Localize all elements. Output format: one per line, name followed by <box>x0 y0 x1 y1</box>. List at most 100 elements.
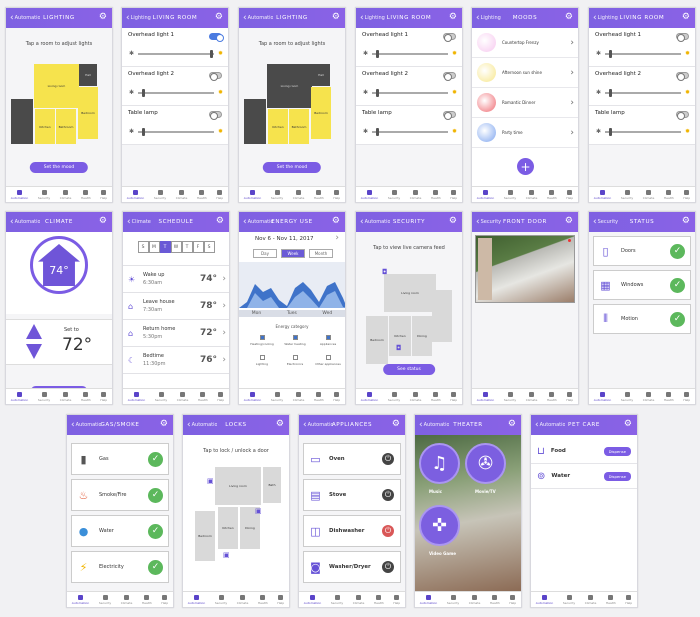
sensor-item[interactable]: ● Water ✓ <box>71 515 169 547</box>
mood-item[interactable]: Party time › <box>472 118 578 148</box>
status-item[interactable]: ⦀ Motion ✓ <box>593 304 691 334</box>
tab-help[interactable]: Help <box>450 189 457 200</box>
gear-icon[interactable]: ⚙ <box>565 217 573 226</box>
video-game-button[interactable]: ✜ <box>419 505 460 546</box>
gear-icon[interactable]: ⚙ <box>99 217 107 226</box>
tab-security[interactable]: Security <box>504 189 516 200</box>
sensor-item[interactable]: ♨ Smoke/Fire ✓ <box>71 479 169 511</box>
status-item[interactable]: ▯ Doors ✓ <box>593 236 691 266</box>
tab-health[interactable]: Health <box>374 594 384 605</box>
brightness-slider[interactable] <box>372 128 448 136</box>
category-item[interactable]: Other appliances <box>313 355 343 366</box>
back-button[interactable]: Automation <box>6 218 40 227</box>
tab-health[interactable]: Health <box>314 189 324 200</box>
tab-climate[interactable]: Climate <box>237 594 248 605</box>
tab-help[interactable]: Help <box>566 189 573 200</box>
back-button[interactable]: Climate <box>123 218 157 227</box>
slider-knob[interactable] <box>210 50 214 58</box>
tab-help[interactable]: Help <box>683 189 690 200</box>
tab-climate[interactable]: Climate <box>353 594 364 605</box>
camera-icon[interactable]: ◘ <box>396 344 402 352</box>
room-bath[interactable]: Bath <box>263 467 281 503</box>
room-dining[interactable]: Dining <box>412 316 432 356</box>
tab-climate[interactable]: Climate <box>526 189 537 200</box>
light-toggle[interactable] <box>209 33 224 42</box>
tab-health[interactable]: Health <box>606 594 616 605</box>
tab-security[interactable]: Security <box>504 391 516 402</box>
tab-health[interactable]: Health <box>81 391 91 402</box>
view-toggle-week[interactable]: Week <box>281 249 305 258</box>
appliance-item[interactable]: ◫ Dishwasher ⏻ <box>303 515 401 547</box>
gear-icon[interactable]: ⚙ <box>392 420 400 429</box>
room-kitchen[interactable]: Kitchen <box>268 109 288 144</box>
mood-item[interactable]: Romantic Dinner › <box>472 88 578 118</box>
gear-icon[interactable]: ⚙ <box>160 420 168 429</box>
gear-icon[interactable]: ⚙ <box>624 420 632 429</box>
light-toggle[interactable] <box>676 33 689 42</box>
day-button[interactable]: S <box>137 241 149 253</box>
tab-security[interactable]: Security <box>154 189 166 200</box>
power-icon[interactable]: ⏻ <box>382 525 394 537</box>
tab-automation[interactable]: Automation <box>477 189 494 200</box>
tab-help[interactable]: Help <box>683 391 690 402</box>
tab-climate[interactable]: Climate <box>176 189 187 200</box>
music-button[interactable]: ♫ <box>419 443 460 484</box>
light-toggle[interactable] <box>676 72 689 81</box>
mood-item[interactable]: Afternoon sun shine › <box>472 58 578 88</box>
power-icon[interactable]: ⏻ <box>382 453 394 465</box>
tab-security[interactable]: Security <box>38 391 50 402</box>
set-mood-button[interactable]: Set the mood <box>29 162 89 173</box>
tab-climate[interactable]: Climate <box>60 189 71 200</box>
chevron-right-icon[interactable]: › <box>335 233 339 243</box>
tab-health[interactable]: Health <box>81 189 91 200</box>
camera-feed-image[interactable] <box>475 235 575 303</box>
tab-help[interactable]: Help <box>217 391 224 402</box>
sensor-item[interactable]: ▮ Gas ✓ <box>71 443 169 475</box>
gear-icon[interactable]: ⚙ <box>508 420 516 429</box>
brightness-slider[interactable] <box>605 89 681 97</box>
room-bathroom[interactable]: Bathroom <box>56 109 76 144</box>
room-side[interactable] <box>11 99 33 144</box>
slider-knob[interactable] <box>375 128 379 136</box>
back-button[interactable]: Automation <box>183 421 217 430</box>
back-button[interactable]: Lighting <box>472 14 506 23</box>
gear-icon[interactable]: ⚙ <box>216 217 224 226</box>
tab-help[interactable]: Help <box>509 594 516 605</box>
room-kitchen[interactable]: Kitchen <box>35 109 55 144</box>
category-item[interactable]: Appliances <box>313 335 343 346</box>
brightness-slider[interactable] <box>605 128 681 136</box>
back-button[interactable]: Automation <box>239 218 273 227</box>
lock-icon[interactable]: ▣ <box>207 477 214 485</box>
gear-icon[interactable]: ⚙ <box>682 217 690 226</box>
room-living-room[interactable]: Living room <box>267 64 312 108</box>
tab-health[interactable]: Health <box>142 594 152 605</box>
tab-security[interactable]: Security <box>38 189 50 200</box>
tab-health[interactable]: Health <box>197 189 207 200</box>
view-toggle-day[interactable]: Day <box>253 249 277 258</box>
power-icon[interactable]: ⏻ <box>382 489 394 501</box>
tab-climate[interactable]: Climate <box>469 594 480 605</box>
tab-automation[interactable]: Automation <box>536 594 553 605</box>
camera-icon[interactable]: ◘ <box>382 268 388 276</box>
tab-automation[interactable]: Automation <box>594 391 611 402</box>
tab-help[interactable]: Help <box>100 391 107 402</box>
tab-climate[interactable]: Climate <box>410 189 421 200</box>
slider-knob[interactable] <box>141 89 145 97</box>
tab-automation[interactable]: Automation <box>304 594 321 605</box>
room-side[interactable] <box>432 290 452 342</box>
light-toggle[interactable] <box>209 72 222 81</box>
tab-automation[interactable]: Automation <box>477 391 494 402</box>
slider-knob[interactable] <box>608 50 612 58</box>
slider-knob[interactable] <box>608 89 612 97</box>
brightness-slider[interactable] <box>138 128 214 136</box>
tab-security[interactable]: Security <box>271 391 283 402</box>
category-item[interactable]: Water heating <box>280 335 310 346</box>
tab-security[interactable]: Security <box>388 189 400 200</box>
tab-security[interactable]: Security <box>621 189 633 200</box>
brightness-slider[interactable] <box>138 89 214 97</box>
tab-security[interactable]: Security <box>331 594 343 605</box>
pet-item[interactable]: ⊚ Water Dispense <box>531 464 637 489</box>
gear-icon[interactable]: ⚙ <box>682 13 690 22</box>
schedule-item[interactable]: ⌂ Return home 5:30pm 72° › <box>123 320 229 347</box>
room-side[interactable] <box>244 99 266 144</box>
